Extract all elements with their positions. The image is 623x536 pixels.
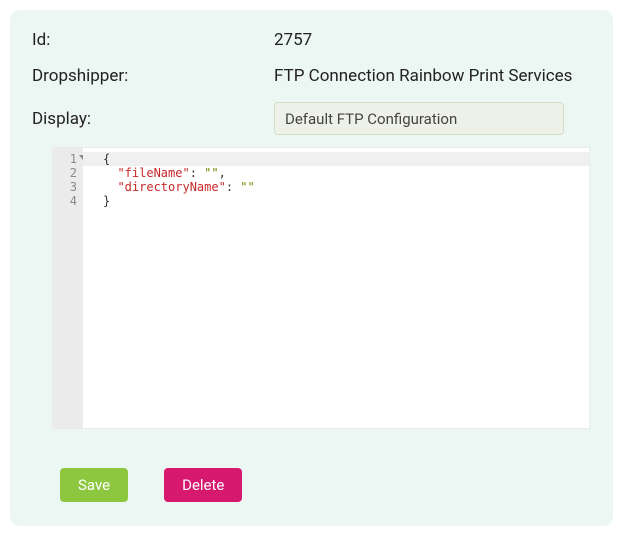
gutter-line-2: 2 [57,166,77,180]
code-line-1: { [103,152,589,166]
id-value: 2757 [274,30,312,50]
code-line-3: "directoryName": "" [103,180,589,194]
row-dropshipper: Dropshipper: FTP Connection Rainbow Prin… [32,66,591,86]
delete-button[interactable]: Delete [164,468,242,502]
dropshipper-value: FTP Connection Rainbow Print Services [274,66,572,86]
json-editor[interactable]: 1 2 3 4 { "fileName": "", "directoryName… [52,147,590,429]
dropshipper-label: Dropshipper: [32,66,274,86]
gutter-line-4: 4 [57,194,77,208]
config-panel: Id: 2757 Dropshipper: FTP Connection Rai… [10,10,613,526]
gutter-line-1: 1 [57,152,77,166]
save-button[interactable]: Save [60,468,128,502]
display-input[interactable] [274,102,564,135]
row-id: Id: 2757 [32,30,591,50]
row-display: Display: [32,102,591,135]
id-label: Id: [32,30,274,50]
editor-code-area[interactable]: { "fileName": "", "directoryName": "" } [83,148,589,428]
code-line-4: } [103,194,589,208]
button-row: Save Delete [60,468,242,502]
display-label: Display: [32,109,274,129]
editor-gutter: 1 2 3 4 [53,148,83,428]
gutter-line-3: 3 [57,180,77,194]
code-line-2: "fileName": "", [103,166,589,180]
